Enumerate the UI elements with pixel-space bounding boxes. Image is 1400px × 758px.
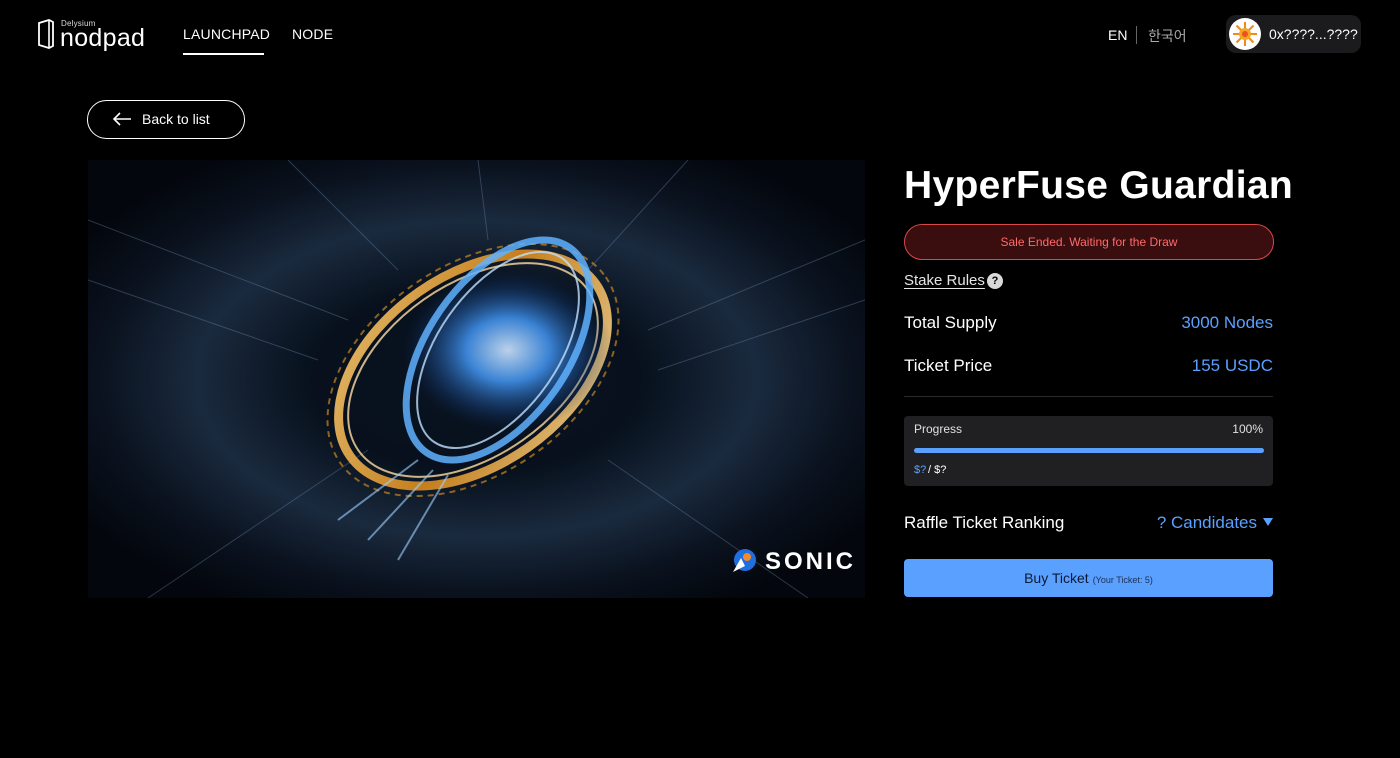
raffle-ranking-label: Raffle Ticket Ranking <box>904 513 1065 532</box>
caret-down-icon <box>1263 518 1273 526</box>
project-title: HyperFuse Guardian <box>904 164 1294 207</box>
wallet-address: 0x????...???? <box>1269 26 1358 42</box>
wallet-avatar <box>1229 18 1261 50</box>
progress-fill <box>914 448 1264 453</box>
nav-active-underline <box>183 53 264 55</box>
sonic-brand-text: SONIC <box>765 548 857 575</box>
back-label: Back to list <box>142 111 210 127</box>
progress-track <box>914 448 1264 453</box>
total-supply-label: Total Supply <box>904 313 997 332</box>
hero-artwork <box>88 160 865 598</box>
logo-text: nodpad <box>60 24 146 52</box>
buy-ticket-button[interactable]: Buy Ticket (Your Ticket: 5) <box>904 559 1273 597</box>
sale-status-text: Sale Ended. Waiting for the Draw <box>1000 235 1178 249</box>
nodpad-logo[interactable]: Delysium nodpad <box>38 18 148 52</box>
sale-status-badge: Sale Ended. Waiting for the Draw <box>904 224 1274 260</box>
lang-divider <box>1136 26 1137 44</box>
nav-launchpad[interactable]: LAUNCHPAD <box>183 26 270 42</box>
lang-en[interactable]: EN <box>1108 27 1127 43</box>
help-icon[interactable]: ? <box>987 273 1003 289</box>
nav-node[interactable]: NODE <box>292 26 333 42</box>
back-to-list-button[interactable]: Back to list <box>87 100 245 139</box>
stake-rules-link[interactable]: Stake Rules <box>904 272 985 289</box>
sonic-mark-icon <box>733 549 756 572</box>
progress-card: Progress 100% $? / $? <box>904 416 1273 486</box>
progress-amount-raised: $? <box>914 464 927 476</box>
section-divider <box>904 396 1273 397</box>
candidates-dropdown[interactable]: ? Candidates <box>1157 513 1273 533</box>
arrow-left-icon <box>112 112 131 126</box>
ticket-price-value: 155 USDC <box>1191 356 1273 375</box>
buy-ticket-label: Buy Ticket <box>1024 570 1089 586</box>
progress-amount-total: / $? <box>928 464 947 476</box>
logo-mark-icon <box>38 19 54 49</box>
project-hero-image: SONIC <box>88 160 865 598</box>
sun-avatar-icon <box>1230 19 1260 49</box>
your-ticket-count: (Your Ticket: 5) <box>1092 575 1153 585</box>
sonic-brand-logo: SONIC <box>729 546 854 576</box>
total-supply-value: 3000 Nodes <box>1181 313 1273 332</box>
wallet-button[interactable]: 0x????...???? <box>1226 15 1361 53</box>
progress-percent: 100% <box>1232 422 1263 436</box>
ticket-price-label: Ticket Price <box>904 356 993 375</box>
lang-ko[interactable]: 한국어 <box>1148 26 1187 46</box>
progress-label: Progress <box>914 422 963 436</box>
candidates-text: ? Candidates <box>1156 513 1257 532</box>
